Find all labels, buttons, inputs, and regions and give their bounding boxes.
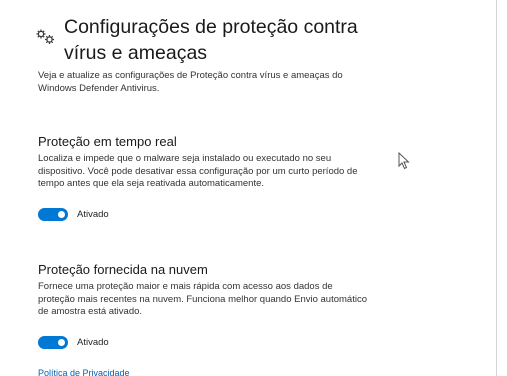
page-description: Veja e atualize as configurações de Prot… (38, 70, 343, 94)
cloud-section-title: Proteção fornecida na nuvem (38, 262, 208, 277)
cloud-section-description: Fornece uma proteção maior e mais rápida… (38, 281, 367, 317)
page-title: Configurações de proteção contra vírus e… (64, 16, 358, 64)
page-header: Configurações de proteção contra vírus e… (36, 14, 394, 66)
realtime-toggle-row: Ativado (38, 208, 109, 221)
cloud-toggle-row: Ativado (38, 336, 109, 349)
toggle-knob (58, 211, 65, 218)
mouse-cursor-icon (398, 152, 410, 170)
realtime-section-description: Localiza e impede que o malware seja ins… (38, 153, 358, 189)
settings-page: Configurações de proteção contra vírus e… (0, 0, 497, 376)
cloud-toggle-label: Ativado (77, 337, 109, 348)
realtime-toggle[interactable] (38, 208, 68, 221)
realtime-toggle-label: Ativado (77, 209, 109, 220)
toggle-knob (58, 339, 65, 346)
realtime-section-title: Proteção em tempo real (38, 134, 177, 149)
cloud-toggle[interactable] (38, 336, 68, 349)
gears-icon (36, 29, 54, 44)
privacy-policy-link[interactable]: Política de Privacidade (38, 368, 130, 376)
